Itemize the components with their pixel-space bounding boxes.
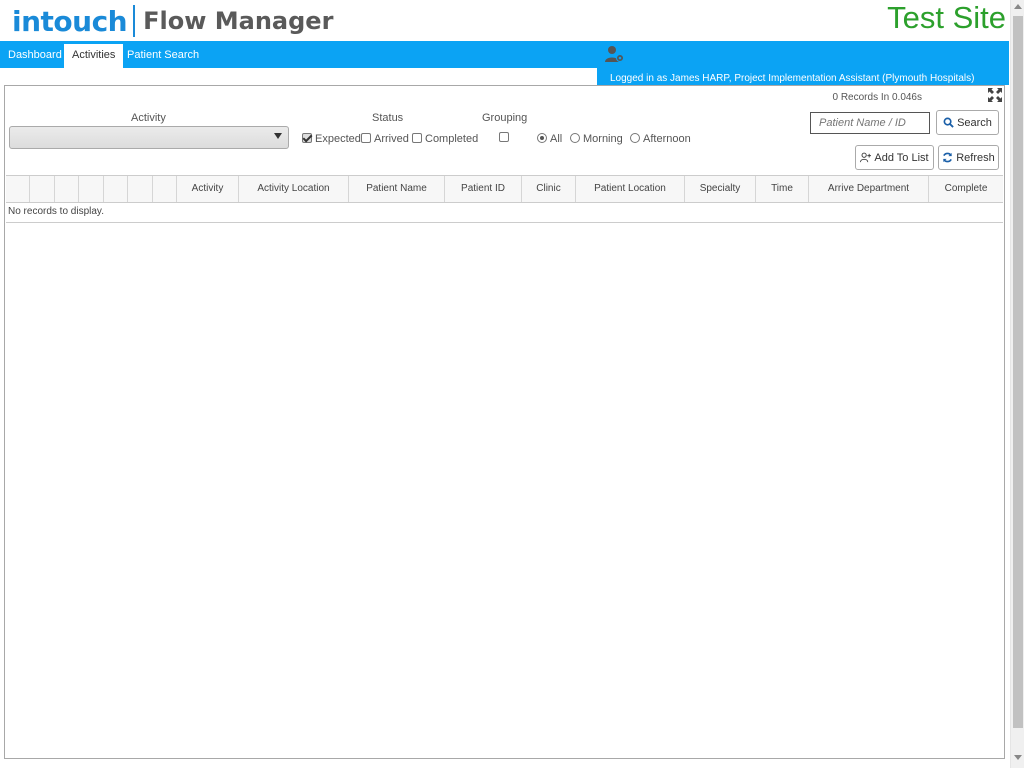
records-count: 0 Records In 0.046s (832, 92, 923, 103)
search-button-label: Search (957, 116, 992, 129)
tab-dashboard[interactable]: Dashboard (0, 44, 70, 68)
period-morning-radio[interactable] (570, 133, 580, 143)
period-all-radio[interactable] (537, 133, 547, 143)
activity-label: Activity (131, 112, 166, 124)
period-morning-label: Morning (583, 133, 623, 145)
tab-activities[interactable]: Activities (64, 44, 124, 68)
column-header-specialty[interactable]: Specialty (685, 176, 756, 202)
column-header-patient-name[interactable]: Patient Name (349, 176, 445, 202)
logged-in-text: Logged in as James HARP, Project Impleme… (610, 73, 975, 84)
bottom-bleed (0, 759, 1010, 768)
column-header-arrive-department[interactable]: Arrive Department (809, 176, 929, 202)
column-header-activity-location[interactable]: Activity Location (239, 176, 349, 202)
completed-checkbox[interactable] (412, 133, 422, 143)
grouping-label: Grouping (482, 112, 528, 124)
scroll-up-icon[interactable] (1014, 4, 1022, 9)
column-header[interactable] (79, 176, 104, 202)
dropdown-arrow-icon (274, 133, 282, 139)
grouping-checkbox[interactable] (499, 132, 509, 142)
user-panel: Logged in as James HARP, Project Impleme… (597, 41, 1009, 85)
activity-select[interactable] (9, 126, 289, 149)
column-header-patient-location[interactable]: Patient Location (576, 176, 685, 202)
add-to-list-label: Add To List (874, 151, 929, 164)
add-to-list-button[interactable]: Add To List (855, 145, 934, 170)
column-header[interactable] (30, 176, 55, 202)
expected-option-label: Expected (315, 133, 361, 145)
column-header[interactable] (128, 176, 153, 202)
column-header-time[interactable]: Time (756, 176, 809, 202)
patient-search-input[interactable] (810, 112, 930, 134)
column-header[interactable] (55, 176, 79, 202)
expand-icon[interactable] (988, 88, 1002, 102)
period-afternoon-label: Afternoon (643, 133, 691, 145)
completed-option-label: Completed (425, 133, 479, 145)
table-empty-message: No records to display. (6, 203, 1003, 223)
refresh-icon (943, 152, 953, 163)
site-label: Test Site (887, 0, 1006, 35)
logo-intouch-text: intouch (12, 4, 128, 38)
search-icon (943, 117, 954, 128)
app-logo: intouch Flow Manager (12, 3, 333, 39)
column-header[interactable] (153, 176, 177, 202)
user-settings-icon[interactable] (605, 45, 625, 63)
column-header-clinic[interactable]: Clinic (522, 176, 576, 202)
arrived-option-label: Arrived (374, 133, 409, 145)
app-header: intouch Flow Manager Test Site (0, 0, 1010, 41)
scroll-down-icon[interactable] (1014, 755, 1022, 760)
refresh-button[interactable]: Refresh (938, 145, 999, 170)
logo-divider (133, 5, 136, 37)
column-header[interactable] (104, 176, 128, 202)
vertical-scrollbar[interactable] (1010, 0, 1024, 768)
refresh-button-label: Refresh (956, 151, 995, 164)
scroll-thumb[interactable] (1013, 16, 1023, 728)
expected-checkbox[interactable] (302, 133, 312, 143)
period-afternoon-radio[interactable] (630, 133, 640, 143)
tab-patient-search[interactable]: Patient Search (119, 44, 207, 68)
period-all-label: All (550, 133, 563, 145)
activities-table-header: Activity Activity Location Patient Name … (6, 175, 1003, 203)
logo-product-text: Flow Manager (143, 7, 334, 35)
column-header-patient-id[interactable]: Patient ID (445, 176, 522, 202)
activities-panel: Activity Status Expected Arrived Complet… (4, 85, 1005, 759)
column-header-activity[interactable]: Activity (177, 176, 239, 202)
add-user-icon (860, 152, 872, 163)
column-header-complete[interactable]: Complete (929, 176, 1003, 202)
arrived-checkbox[interactable] (361, 133, 371, 143)
column-header[interactable] (6, 176, 30, 202)
status-label: Status (372, 112, 404, 124)
search-button[interactable]: Search (936, 110, 999, 135)
